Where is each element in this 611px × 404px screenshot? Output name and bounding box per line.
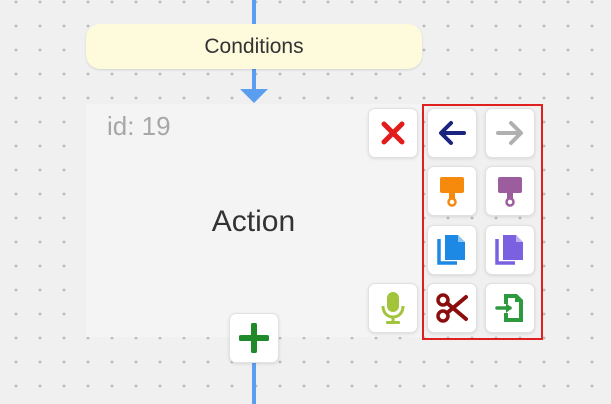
- insert-button[interactable]: [485, 283, 535, 333]
- connector-line-top: [252, 0, 256, 24]
- copy-icon: [437, 235, 465, 265]
- format-paint-purple-button[interactable]: [485, 166, 535, 216]
- redo-button[interactable]: [485, 108, 535, 158]
- copy-purple-button[interactable]: [485, 225, 535, 275]
- delete-button[interactable]: [368, 108, 418, 158]
- undo-button[interactable]: [427, 108, 477, 158]
- format-paint-orange-button[interactable]: [427, 166, 477, 216]
- close-icon: [381, 121, 405, 145]
- copy-blue-button[interactable]: [427, 225, 477, 275]
- scissors-icon: [436, 293, 468, 323]
- paint-brush-icon: [440, 177, 464, 207]
- microphone-icon: [381, 292, 405, 324]
- voice-button[interactable]: [368, 283, 418, 333]
- conditions-node[interactable]: Conditions: [86, 24, 422, 69]
- arrow-left-icon: [439, 121, 466, 145]
- conditions-label: Conditions: [204, 34, 304, 58]
- action-label: Action: [211, 205, 296, 238]
- plus-icon: [239, 323, 269, 353]
- paint-brush-icon: [498, 177, 522, 207]
- action-id: id: 19: [107, 111, 171, 141]
- add-action-button[interactable]: [229, 313, 279, 363]
- connector-arrow-head: [240, 89, 268, 103]
- connector-line-bottom: [252, 360, 256, 404]
- import-icon: [495, 294, 523, 322]
- copy-icon: [495, 235, 523, 265]
- cut-button[interactable]: [427, 283, 477, 333]
- arrow-right-icon: [496, 121, 523, 145]
